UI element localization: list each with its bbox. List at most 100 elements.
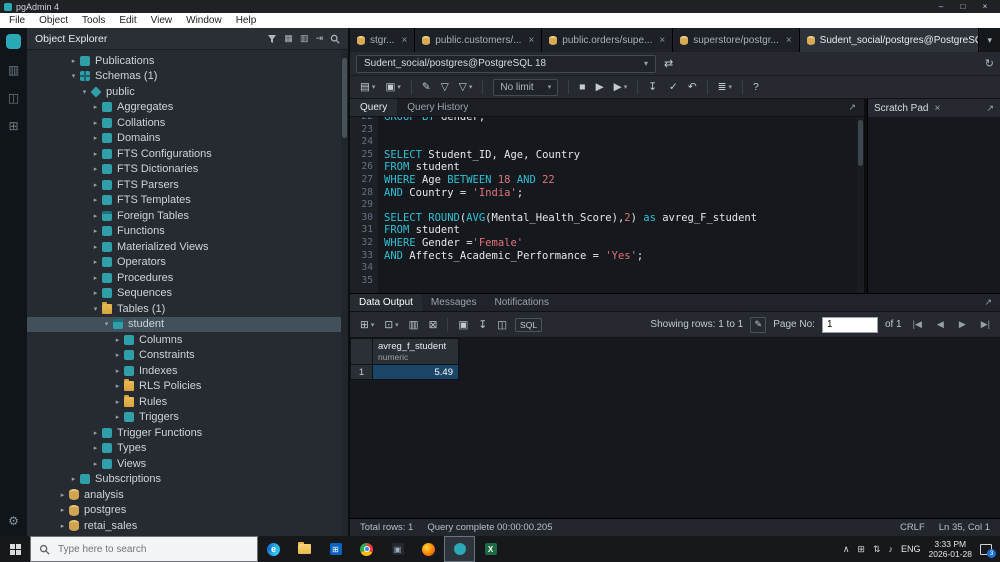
expand-icon[interactable]: ▸ xyxy=(112,351,123,359)
edge-taskbar-icon[interactable]: e xyxy=(258,536,289,562)
expand-icon[interactable]: ▸ xyxy=(90,165,101,173)
search-icon[interactable] xyxy=(330,34,340,44)
minimize-button[interactable]: – xyxy=(930,0,952,13)
tab-data-output[interactable]: Data Output xyxy=(350,294,422,311)
help-button[interactable]: ? xyxy=(749,81,763,93)
tree-item-indexes[interactable]: ▸ Indexes xyxy=(27,363,348,379)
collapse-icon[interactable]: ▾ xyxy=(90,305,101,313)
language-indicator[interactable]: ENG xyxy=(901,544,921,554)
search-input[interactable] xyxy=(56,542,249,556)
expand-scratch-pad-icon[interactable]: ↗ xyxy=(986,103,994,114)
excel-taskbar-icon[interactable]: X xyxy=(475,536,506,562)
cancel-query-button[interactable]: ■ xyxy=(575,81,589,93)
row-limit-select[interactable]: No limit ▾ xyxy=(493,78,559,96)
collapse-icon[interactable]: ▾ xyxy=(68,72,79,80)
notification-center-icon[interactable]: 3 xyxy=(980,543,996,558)
close-button[interactable]: × xyxy=(974,0,996,13)
tray-icon-3[interactable]: ♪ xyxy=(889,544,894,554)
expand-icon[interactable]: ▸ xyxy=(90,429,101,437)
edit-page-button[interactable]: ✎ xyxy=(750,316,767,333)
scrollbar-thumb[interactable] xyxy=(342,58,347,138)
expand-icon[interactable]: ▸ xyxy=(90,196,101,204)
tree-item-constraints[interactable]: ▸ Constraints xyxy=(27,348,348,364)
tree-item-aggregates[interactable]: ▸ Aggregates xyxy=(27,100,348,116)
cursor-position[interactable]: Ln 35, Col 1 xyxy=(939,522,990,533)
menu-help[interactable]: Help xyxy=(229,15,264,26)
tree-item-functions[interactable]: ▸ Functions xyxy=(27,224,348,240)
tree-item-materialized-views[interactable]: ▸ Materialized Views xyxy=(27,239,348,255)
taskbar-search[interactable] xyxy=(30,536,258,562)
last-page-button[interactable]: ▶| xyxy=(977,319,994,330)
menu-edit[interactable]: Edit xyxy=(112,15,143,26)
tree-item-postgres[interactable]: ▸ postgres xyxy=(27,503,348,519)
tree-item-columns[interactable]: ▸ Columns xyxy=(27,332,348,348)
tree-item-triggers[interactable]: ▸ Triggers xyxy=(27,410,348,426)
start-button[interactable] xyxy=(0,536,30,562)
download-button[interactable]: ↧ xyxy=(644,81,661,93)
save-data-button[interactable]: ▣ xyxy=(454,319,472,331)
expand-icon[interactable]: ▸ xyxy=(90,274,101,282)
filter-button[interactable]: ▽ xyxy=(437,81,453,93)
expand-icon[interactable]: ▸ xyxy=(90,289,101,297)
expand-output-icon[interactable]: ↗ xyxy=(976,294,1000,311)
execute-button[interactable]: ▶ xyxy=(592,81,608,93)
expand-icon[interactable]: ▸ xyxy=(112,367,123,375)
expand-icon[interactable]: ▸ xyxy=(90,150,101,158)
tree-item-retai-sales[interactable]: ▸ retai_sales xyxy=(27,518,348,534)
download-results-button[interactable]: ↧ xyxy=(474,319,491,331)
graph-visualiser-button[interactable]: ◫ xyxy=(493,319,511,331)
tree-item-operators[interactable]: ▸ Operators xyxy=(27,255,348,271)
paste-button[interactable]: ▥ xyxy=(405,319,423,331)
commit-button[interactable]: ✓ xyxy=(663,81,682,93)
close-tab-icon[interactable]: × xyxy=(528,35,534,46)
firefox-taskbar-icon[interactable] xyxy=(413,536,444,562)
tab-query[interactable]: Query xyxy=(350,99,398,116)
tree-item-rules[interactable]: ▸ Rules xyxy=(27,394,348,410)
pgadmin-activity-logo-icon[interactable] xyxy=(6,34,21,49)
expand-icon[interactable]: ▸ xyxy=(112,382,123,390)
next-page-button[interactable]: ▶ xyxy=(955,319,970,330)
reset-layout-icon[interactable]: ↻ xyxy=(985,57,994,70)
chrome-taskbar-icon[interactable] xyxy=(351,536,382,562)
collapse-icon[interactable]: ▾ xyxy=(79,88,90,96)
scratch-pad-textarea[interactable] xyxy=(868,117,1000,293)
save-file-button[interactable]: ▣ ▾ xyxy=(381,81,404,93)
close-scratch-pad-icon[interactable]: × xyxy=(934,103,940,114)
expand-icon[interactable]: ▸ xyxy=(112,336,123,344)
expand-icon[interactable]: ▸ xyxy=(57,491,68,499)
collapse-icon[interactable]: ▾ xyxy=(101,320,112,328)
tab-messages[interactable]: Messages xyxy=(422,294,486,311)
tree-item-types[interactable]: ▸ Types xyxy=(27,441,348,457)
expand-icon[interactable]: ▸ xyxy=(90,460,101,468)
sql-code[interactable]: GROUP BY Gender; SELECT Student_ID, Age,… xyxy=(378,117,857,287)
properties-panel-icon[interactable]: ▦ xyxy=(284,33,293,44)
expand-icon[interactable]: ▸ xyxy=(112,413,123,421)
expand-icon[interactable]: ▸ xyxy=(68,57,79,65)
tab-notifications[interactable]: Notifications xyxy=(486,294,558,311)
column-header-avreg-f-student[interactable]: avreg_f_student numeric xyxy=(372,338,459,365)
tree-item-procedures[interactable]: ▸ Procedures xyxy=(27,270,348,286)
rollback-button[interactable]: ↶ xyxy=(684,81,701,93)
settings-gear-icon[interactable]: ⚙ xyxy=(8,514,19,528)
new-connection-icon[interactable]: ⇄ xyxy=(664,57,673,70)
expand-icon[interactable]: ▸ xyxy=(90,103,101,111)
maximize-button[interactable]: □ xyxy=(952,0,974,13)
activity-icon-3[interactable]: ⊞ xyxy=(8,119,18,133)
editor-scrollbar[interactable] xyxy=(857,117,864,293)
activity-icon-2[interactable]: ◫ xyxy=(8,91,19,105)
expand-icon[interactable]: ▸ xyxy=(90,181,101,189)
eol-indicator[interactable]: CRLF xyxy=(900,522,925,533)
sql-toggle-button[interactable]: SQL xyxy=(515,317,543,332)
open-file-button[interactable]: ▤ ▾ xyxy=(356,81,379,93)
activity-icon-1[interactable]: ▥ xyxy=(8,63,19,77)
execute-options-button[interactable]: ▶ ▾ xyxy=(610,81,632,93)
menu-view[interactable]: View xyxy=(144,15,180,26)
store-taskbar-icon[interactable]: ⊞ xyxy=(320,536,351,562)
query-tool-tab-superstore-postgr[interactable]: superstore/postgr... × xyxy=(673,28,800,52)
close-tab-icon[interactable]: × xyxy=(401,35,407,46)
menu-window[interactable]: Window xyxy=(179,15,229,26)
tree-item-fts-configurations[interactable]: ▸ FTS Configurations xyxy=(27,146,348,162)
edit-button[interactable]: ✎ xyxy=(418,81,435,93)
data-cell[interactable]: 5.49 xyxy=(372,364,459,380)
taskbar-clock[interactable]: 3:33 PM 2026-01-28 xyxy=(929,539,972,559)
